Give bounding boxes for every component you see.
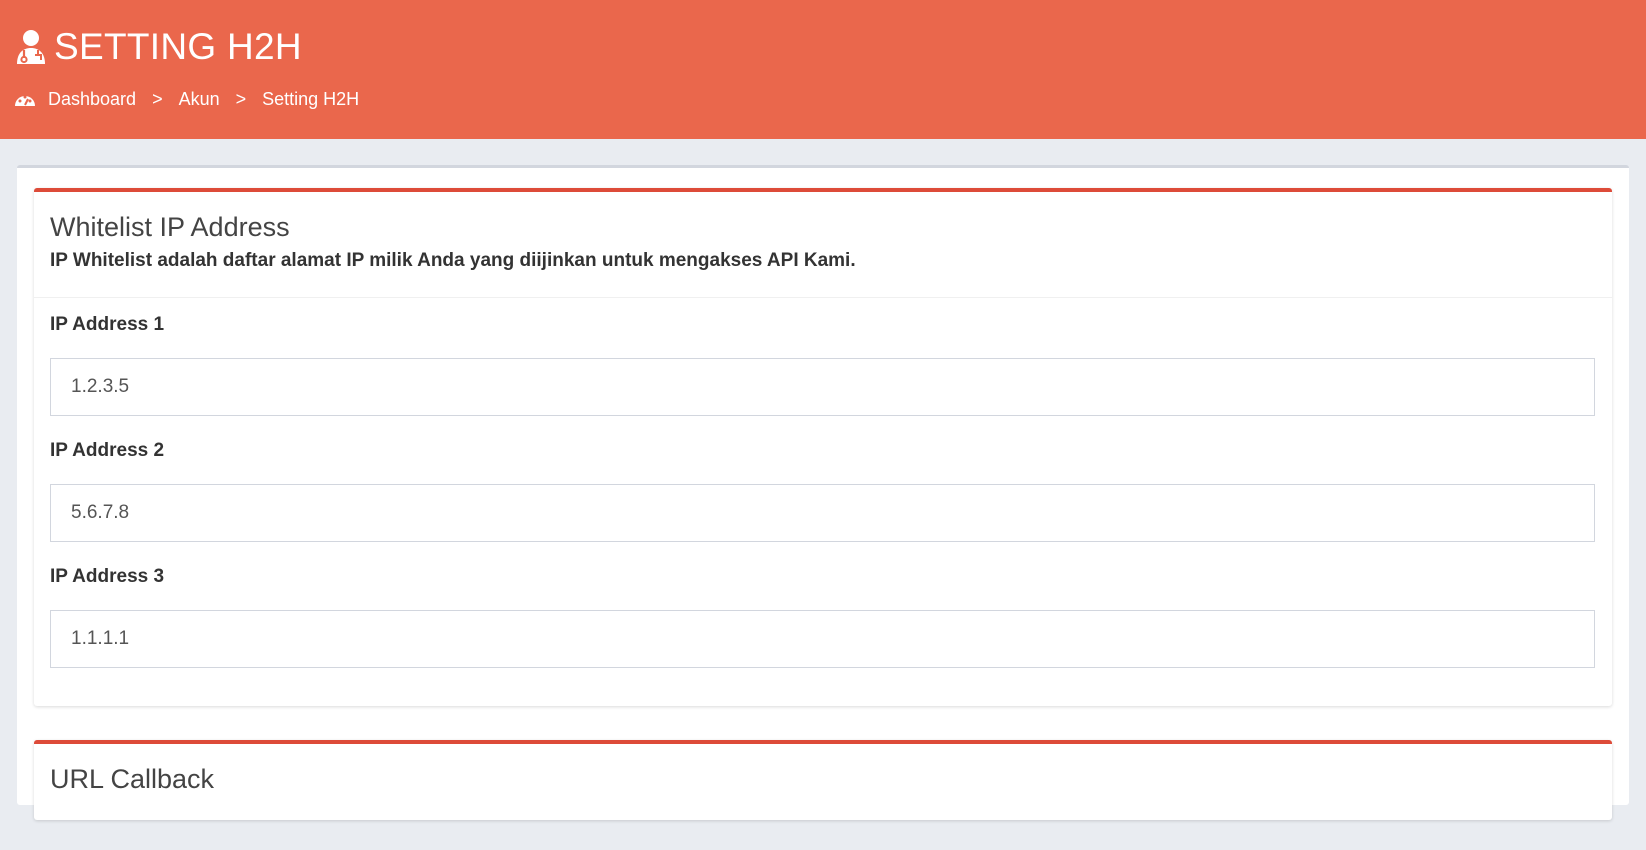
url-callback-box: URL Callback [34,740,1612,820]
callback-box-header: URL Callback [34,744,1612,850]
user-doctor-icon [17,30,45,64]
ip-address-3-label: IP Address 3 [50,566,165,587]
breadcrumb-current: Setting H2H [262,88,360,109]
ip-address-2-label: IP Address 2 [50,440,165,461]
ip-address-1-group: IP Address 1 [50,314,1595,416]
content-wrapper: Whitelist IP Address IP Whitelist adalah… [17,165,1629,820]
whitelist-box-header: Whitelist IP Address IP Whitelist adalah… [34,192,1612,298]
breadcrumb-separator: > [152,88,163,109]
ip-address-2-input[interactable] [50,484,1595,542]
callback-title: URL Callback [50,764,215,794]
ip-address-1-label: IP Address 1 [50,314,165,335]
page-title-row: SETTING H2H [14,22,302,72]
whitelist-title: Whitelist IP Address [50,212,290,242]
ip-address-1-input[interactable] [50,358,1595,416]
breadcrumb-akun[interactable]: Akun [179,89,220,110]
page-title: SETTING H2H [54,26,302,67]
whitelist-ip-box: Whitelist IP Address IP Whitelist adalah… [34,188,1612,706]
breadcrumb-dashboard[interactable]: Dashboard [48,89,136,110]
breadcrumb-separator: > [235,88,247,109]
page-header: SETTING H2H Dashboard > Akun > Setting H… [0,0,1646,139]
ip-address-2-group: IP Address 2 [50,440,1595,542]
dashboard-gauge-icon [15,95,35,106]
breadcrumb: Dashboard > Akun > Setting H2H [14,86,359,112]
whitelist-description: IP Whitelist adalah daftar alamat IP mil… [50,250,856,271]
ip-address-3-input[interactable] [50,610,1595,668]
ip-address-3-group: IP Address 3 [50,566,1595,668]
